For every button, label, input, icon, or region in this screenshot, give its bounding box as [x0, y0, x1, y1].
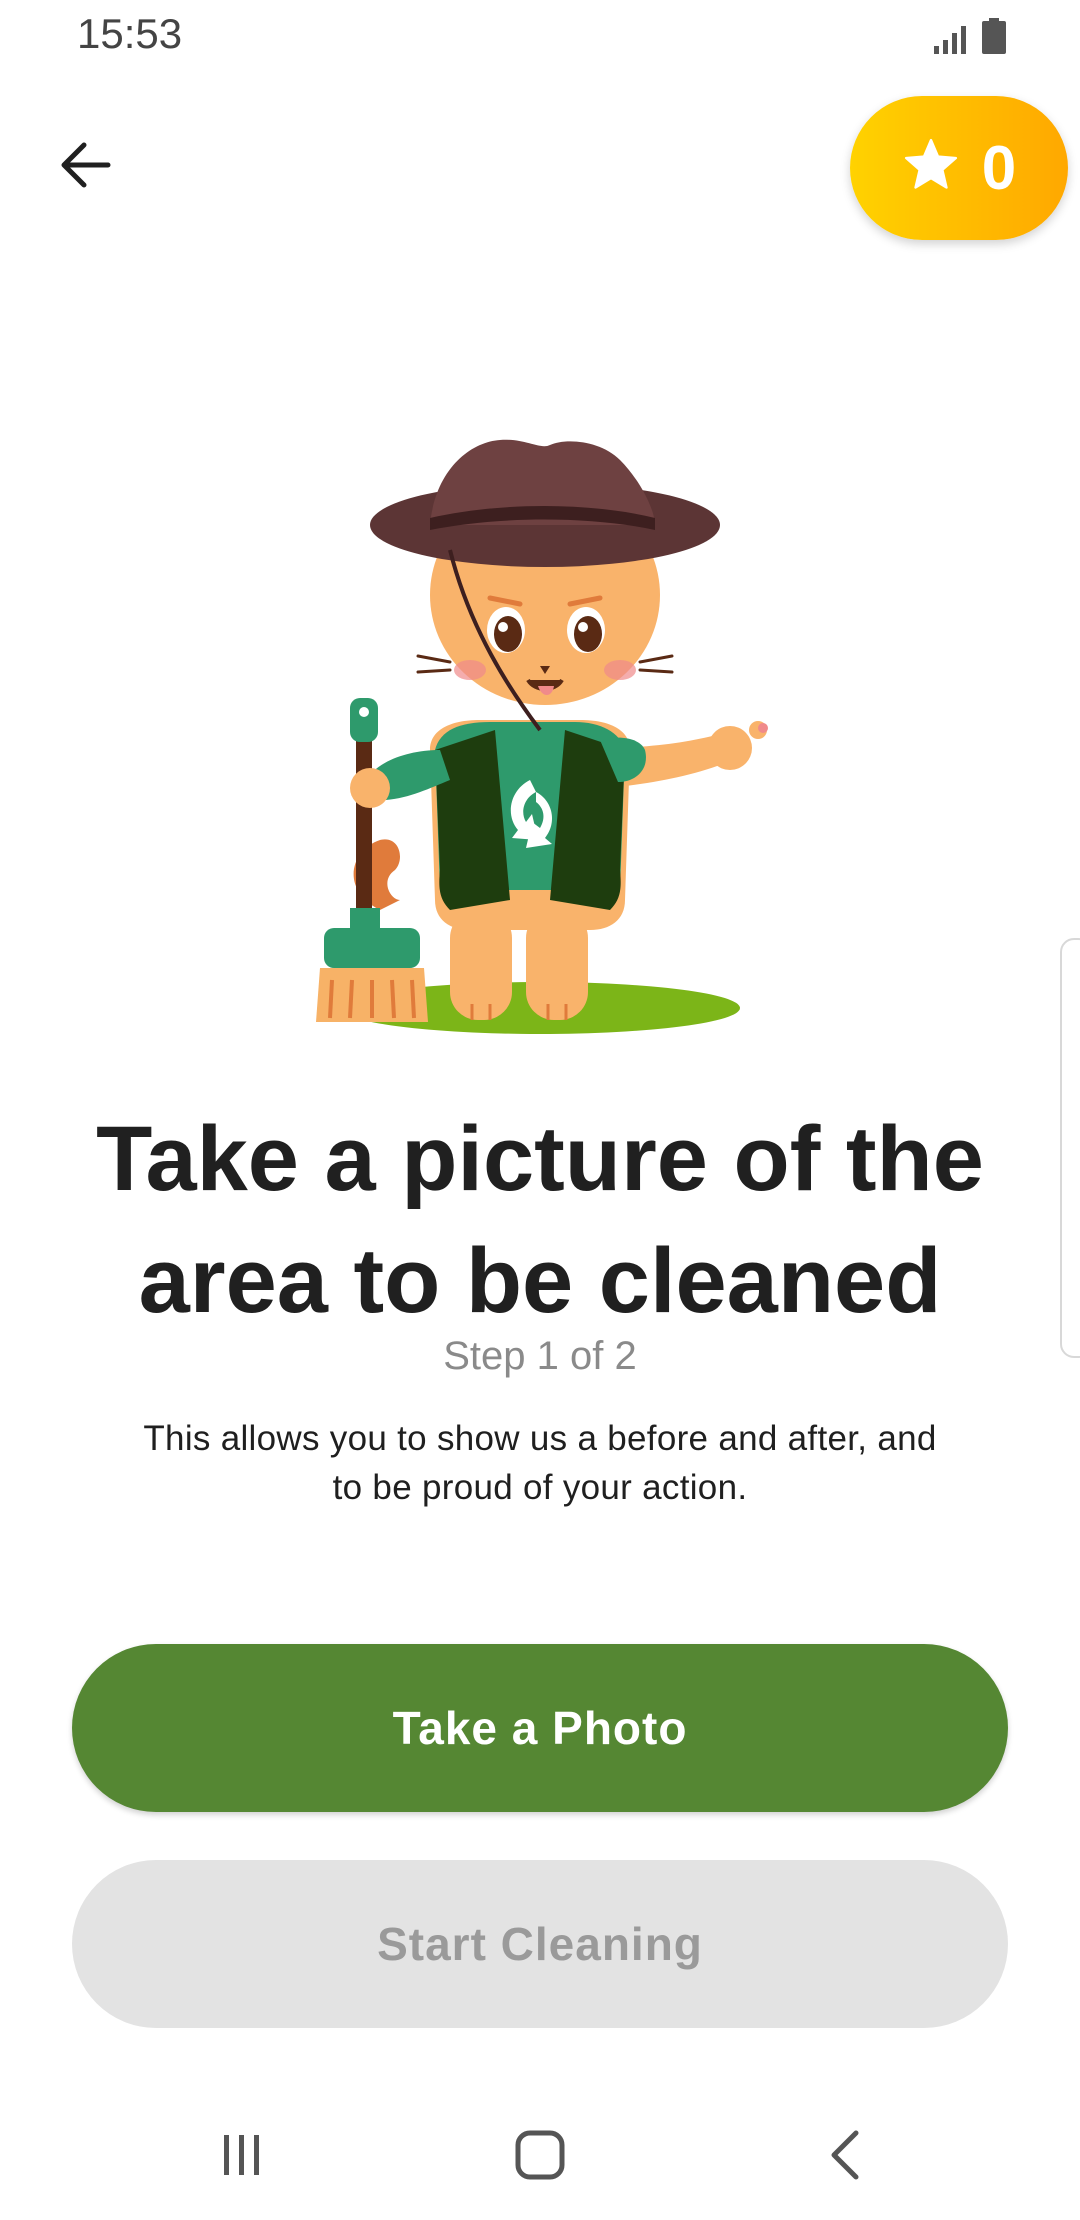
- battery-icon: [982, 18, 1006, 59]
- step-indicator: Step 1 of 2: [443, 1334, 637, 1378]
- page-title: Take a picture of the area to be cleaned: [60, 1098, 1020, 1342]
- nav-back-button[interactable]: [801, 2122, 891, 2192]
- edge-panel-handle[interactable]: [1060, 938, 1080, 1358]
- star-icon: [902, 138, 960, 199]
- title-line-2: area to be cleaned: [138, 1230, 942, 1332]
- cat-mascot-illustration: [300, 430, 780, 1050]
- recents-icon: [218, 2131, 266, 2184]
- back-button[interactable]: [40, 122, 130, 212]
- signal-icon: [934, 24, 970, 59]
- home-button[interactable]: [495, 2122, 585, 2192]
- description-line-2: to be proud of your action.: [332, 1468, 748, 1507]
- status-bar: 15:53: [0, 0, 1080, 72]
- screen: 15:53 0 Take a picture of the area to be…: [0, 0, 1080, 2220]
- description-line-1: This allows you to show us a before and …: [143, 1419, 937, 1458]
- description-text: This allows you to show us a before and …: [90, 1414, 990, 1512]
- points-count: 0: [981, 133, 1017, 203]
- points-badge[interactable]: 0: [850, 96, 1068, 240]
- recents-button[interactable]: [197, 2122, 287, 2192]
- status-icons: [934, 18, 1006, 59]
- nav-back-icon: [826, 2129, 866, 2186]
- title-line-1: Take a picture of the: [96, 1108, 984, 1210]
- status-time: 15:53: [77, 10, 183, 57]
- start-cleaning-button[interactable]: Start Cleaning: [72, 1860, 1008, 2028]
- home-icon: [514, 2129, 566, 2186]
- navigation-bar: [0, 2100, 1080, 2220]
- arrow-left-icon: [58, 141, 112, 194]
- take-photo-button[interactable]: Take a Photo: [72, 1644, 1008, 1812]
